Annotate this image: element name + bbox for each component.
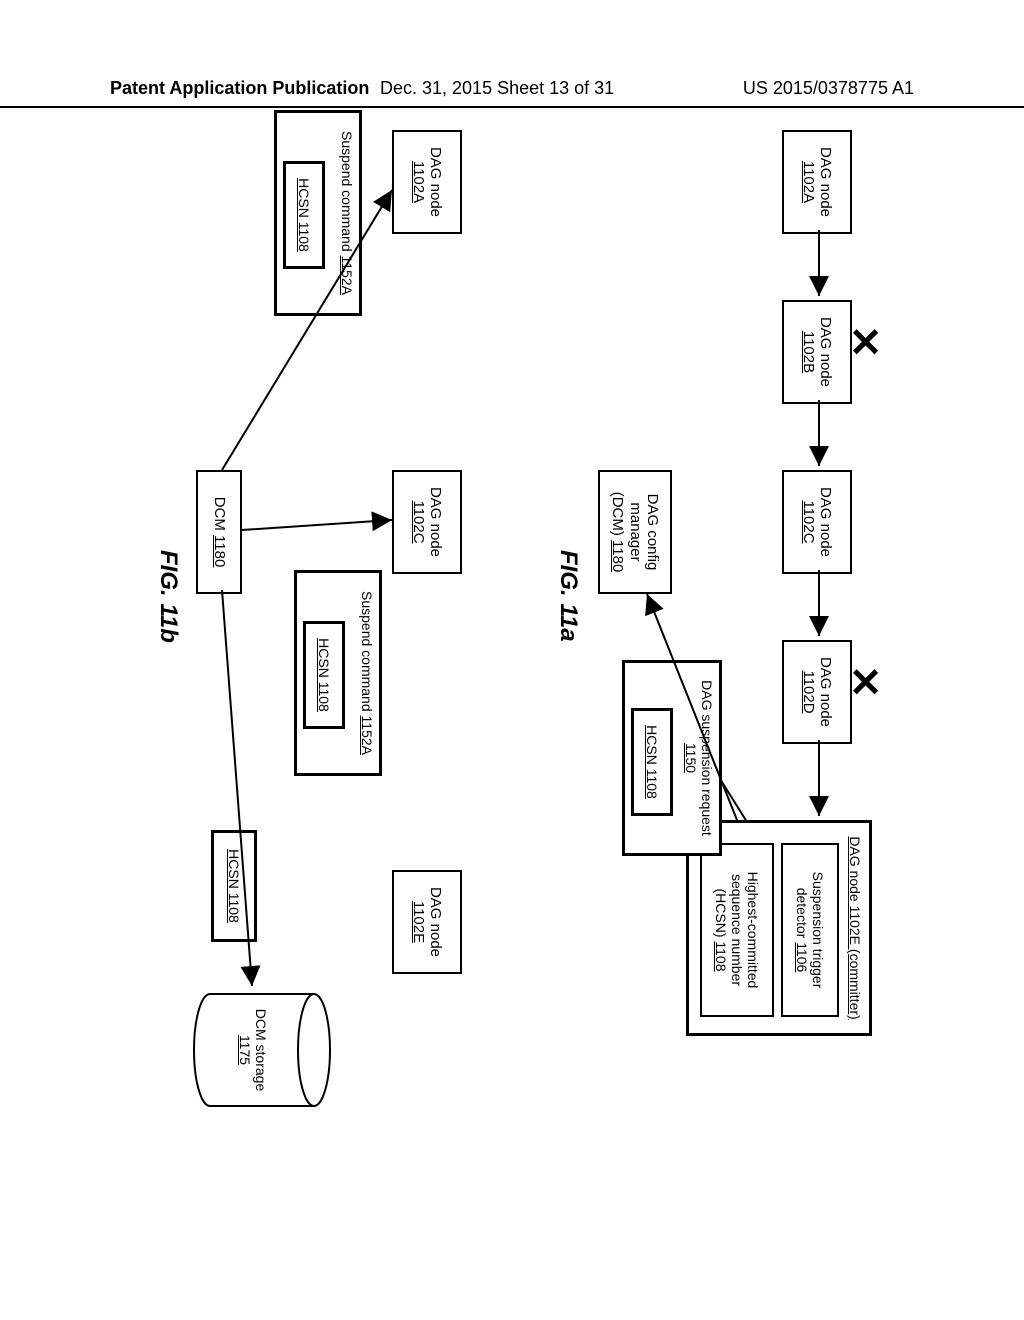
- committer-title: DAG node 1102E (committer): [847, 823, 863, 1033]
- cylinder-label: DCM storage 1175: [237, 990, 269, 1110]
- dcm-storage-cylinder: DCM storage 1175: [192, 990, 332, 1110]
- node-label: DAG node: [427, 487, 444, 557]
- node-id: 1102A: [410, 161, 427, 203]
- fig11a-label: FIG. 11a: [554, 550, 582, 642]
- suspension-trigger-detector: Suspension trigger detector 1106: [781, 843, 839, 1017]
- fig11a-node-1102d: DAG node 1102D: [782, 640, 852, 744]
- node-label: DAG node: [817, 317, 834, 387]
- l3: (DCM) 1180: [609, 492, 626, 573]
- node-label: DAG node: [817, 147, 834, 217]
- title-l1: DAG suspension request: [699, 680, 715, 836]
- fig11a-node-1102a: DAG node 1102A: [782, 130, 852, 234]
- node-label: DAG node: [817, 657, 834, 727]
- hcsn-box: Highest-committed sequence number (HCSN)…: [700, 843, 774, 1017]
- hcsn-label: HCSN 1108: [644, 725, 660, 799]
- fig11b-dcm: DCM 1180: [196, 470, 242, 594]
- fig11a-dcm: DAG config manager (DCM) 1180: [598, 470, 672, 594]
- dcm-label: DCM 1180: [210, 497, 227, 568]
- node-id: 1102D: [800, 670, 817, 713]
- fig11b-hcsn-box: HCSN 1108: [211, 830, 257, 942]
- hcsn-inner: HCSN 1108: [303, 621, 345, 729]
- hcsn-inner: HCSN 1108: [283, 161, 325, 269]
- l1: DAG config: [644, 494, 661, 571]
- line1: Suspension trigger: [810, 872, 826, 989]
- fig11a-node-1102b: DAG node 1102B: [782, 300, 852, 404]
- fig11b-label: FIG. 11b: [154, 550, 182, 643]
- hcsn-label: HCSN 1108: [296, 178, 312, 252]
- node-label: DAG node: [427, 887, 444, 957]
- node-id: 1102B: [800, 331, 817, 373]
- page-header: Patent Application Publication Dec. 31, …: [0, 78, 1024, 108]
- node-label: DAG node: [427, 147, 444, 217]
- l2: manager: [626, 502, 643, 561]
- hcsn-inner: HCSN 1108: [631, 708, 673, 816]
- node-id: 1102E: [410, 901, 427, 943]
- hcsn-label: HCSN 1108: [226, 849, 242, 923]
- header-right: US 2015/0378775 A1: [743, 78, 914, 99]
- line2: detector 1106: [794, 888, 810, 973]
- title: Suspend command 1152A: [359, 591, 375, 755]
- node-label: DAG node: [817, 487, 834, 557]
- node-id: 1102C: [410, 500, 427, 543]
- hcsn-label: HCSN 1108: [316, 638, 332, 712]
- node-id: 1102A: [800, 161, 817, 203]
- line2: sequence number: [729, 874, 745, 986]
- title-l2: 1150: [683, 743, 699, 773]
- line3: (HCSN) 1108: [713, 889, 729, 972]
- line1: Highest-committed: [745, 872, 761, 989]
- fig11b-suspend-cmd-right: Suspend command 1152A HCSN 1108: [294, 570, 382, 776]
- fig11b-node-1102a: DAG node 1102A: [392, 130, 462, 234]
- fig11b-node-1102e: DAG node 1102E: [392, 870, 462, 974]
- fig11b-node-1102c: DAG node 1102C: [392, 470, 462, 574]
- fig11b-suspend-cmd-left: Suspend command 1152A HCSN 1108: [274, 110, 362, 316]
- title: Suspend command 1152A: [339, 131, 355, 295]
- header-center: Dec. 31, 2015 Sheet 13 of 31: [380, 78, 614, 99]
- fig11a-node-1102c: DAG node 1102C: [782, 470, 852, 574]
- header-left: Patent Application Publication: [110, 78, 369, 99]
- fig11a-suspension-request: DAG suspension request 1150 HCSN 1108: [622, 660, 722, 856]
- node-id: 1102C: [800, 500, 817, 543]
